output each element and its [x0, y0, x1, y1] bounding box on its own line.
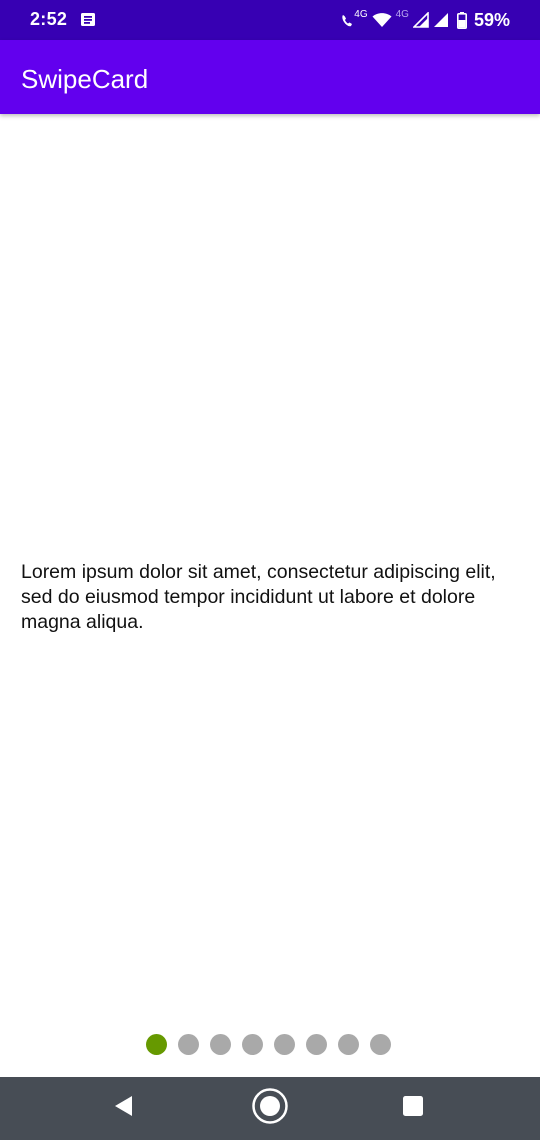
home-button[interactable]: [230, 1077, 310, 1140]
app-bar: SwipeCard: [0, 40, 540, 114]
screen: 2:52 4G 4G 59% SwipeCard Lorem ipsum dol…: [0, 0, 540, 1140]
status-bar: 2:52 4G 4G 59%: [0, 0, 540, 40]
page-dot[interactable]: [306, 1034, 327, 1055]
back-icon: [114, 1095, 134, 1122]
navigation-bar: [0, 1077, 540, 1140]
recents-icon: [402, 1095, 424, 1122]
notification-message-icon: [80, 12, 96, 27]
page-dot[interactable]: [210, 1034, 231, 1055]
battery-percentage: 59%: [473, 9, 510, 30]
page-dot[interactable]: [274, 1034, 295, 1055]
secondary-network-label: 4G: [395, 9, 409, 20]
page-dot[interactable]: [242, 1034, 263, 1055]
app-title: SwipeCard: [21, 64, 149, 94]
signal-icon: [433, 12, 449, 28]
page-dot[interactable]: [146, 1034, 167, 1055]
card-text: Lorem ipsum dolor sit amet, consectetur …: [21, 561, 496, 633]
signal-icon: [412, 12, 429, 28]
page-dot[interactable]: [338, 1034, 359, 1055]
home-icon: [251, 1087, 289, 1130]
battery-icon: [456, 11, 467, 29]
status-icons: 4G 4G 59%: [340, 8, 510, 32]
call-network-label: 4G: [354, 9, 368, 20]
page-dot[interactable]: [178, 1034, 199, 1055]
volte-call-icon: 4G: [340, 9, 368, 28]
page-dot[interactable]: [370, 1034, 391, 1055]
recents-button[interactable]: [373, 1077, 453, 1140]
status-time: 2:52: [30, 9, 68, 29]
back-button[interactable]: [84, 1077, 164, 1140]
wifi-icon: [372, 12, 392, 28]
page-indicator[interactable]: [146, 1034, 391, 1056]
